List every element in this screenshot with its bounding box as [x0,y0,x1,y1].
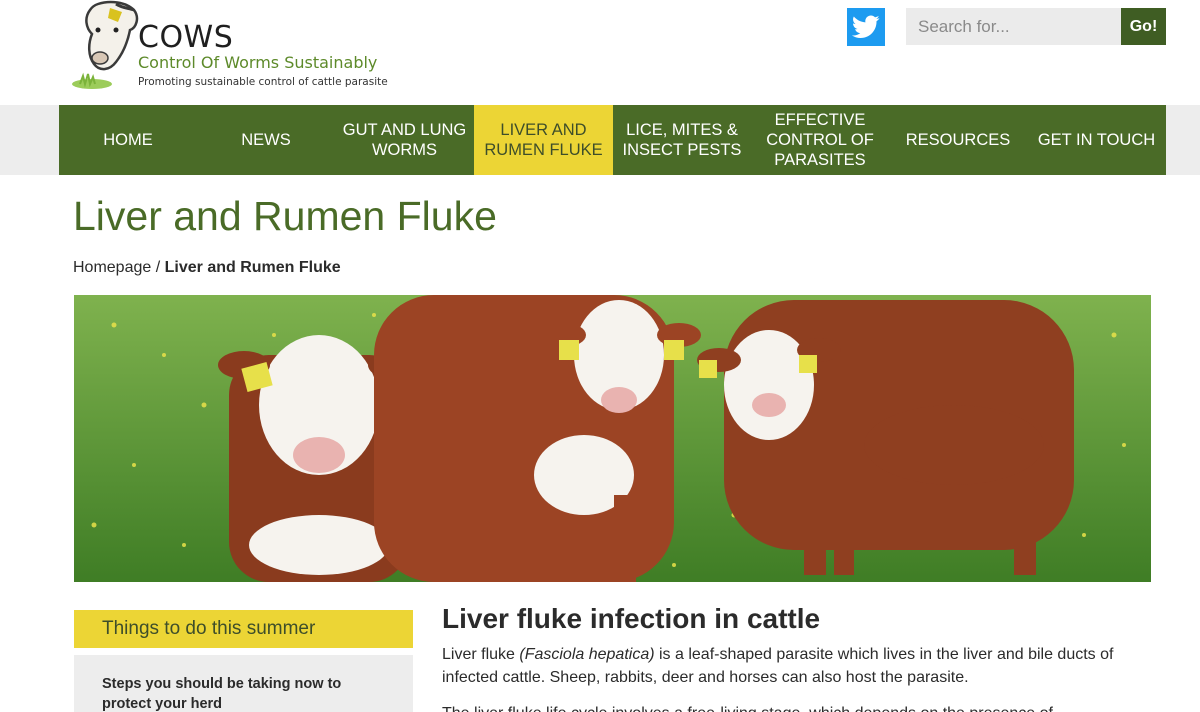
breadcrumb-home-link[interactable]: Homepage [73,259,151,276]
sidebar-summer-steps-link[interactable]: Steps you should be taking now to protec… [74,655,413,712]
main-nav: HOME NEWS GUT AND LUNG WORMS LIVER AND R… [59,105,1166,175]
search-form: Go! [906,8,1166,45]
site-logo[interactable]: COWS Control Of Worms Sustainably Promot… [70,0,388,100]
search-input[interactable] [906,8,1121,45]
twitter-link[interactable] [847,8,885,46]
nav-item-gut-and-lung-worms[interactable]: GUT AND LUNG WORMS [335,105,474,175]
nav-item-news[interactable]: NEWS [197,105,335,175]
hero-image [74,295,1151,582]
page-title: Liver and Rumen Fluke [73,193,497,239]
sidebar-heading: Things to do this summer [74,610,413,648]
nav-item-get-in-touch[interactable]: GET IN TOUCH [1027,105,1166,175]
content-paragraph-2: The liver fluke life cycle involves a fr… [442,702,1142,712]
nav-item-effective-control[interactable]: EFFECTIVE CONTROL OF PARASITES [751,105,889,175]
breadcrumb-separator: / [151,259,165,276]
cow-logo-icon [72,0,139,89]
logo-tagline: Promoting sustainable control of cattle … [138,76,388,88]
logo-subtitle: Control Of Worms Sustainably [138,53,378,72]
p1-italic-species: (Fasciola hepatica) [519,646,655,663]
twitter-bird-icon [852,15,880,38]
breadcrumb-current: Liver and Rumen Fluke [164,259,341,276]
content-paragraph-1: Liver fluke (Fasciola hepatica) is a lea… [442,643,1142,689]
breadcrumb: Homepage / Liver and Rumen Fluke [73,259,341,277]
site-header: COWS Control Of Worms Sustainably Promot… [0,0,1200,105]
search-go-button[interactable]: Go! [1121,8,1166,45]
logo-title: COWS [138,20,234,55]
content-heading: Liver fluke infection in cattle [442,603,821,634]
cattle-photo [74,295,1151,582]
nav-item-lice-mites-insect-pests[interactable]: LICE, MITES & INSECT PESTS [613,105,751,175]
nav-item-liver-and-rumen-fluke[interactable]: LIVER AND RUMEN FLUKE [474,105,613,175]
nav-item-resources[interactable]: RESOURCES [889,105,1027,175]
p1-start: Liver fluke [442,646,520,663]
nav-item-home[interactable]: HOME [59,105,197,175]
